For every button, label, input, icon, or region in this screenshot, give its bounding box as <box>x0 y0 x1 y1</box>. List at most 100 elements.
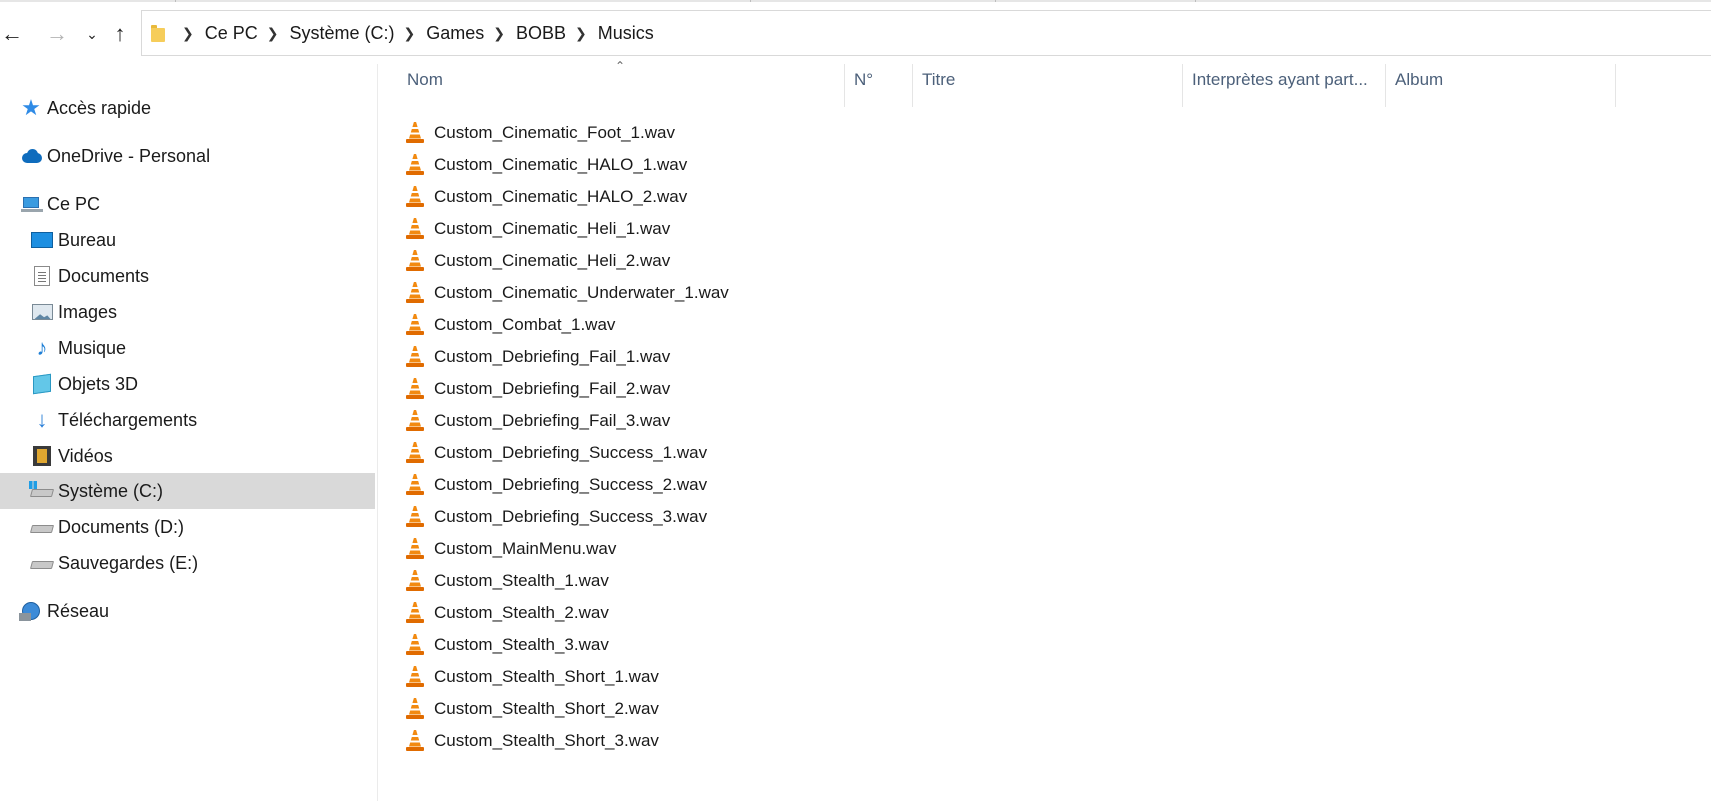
file-name: Custom_Stealth_1.wav <box>434 570 609 590</box>
sidebar-item-label: Documents <box>58 265 150 286</box>
chevron-right-icon[interactable]: ❯ <box>493 25 505 42</box>
vlc-cone-icon <box>405 698 425 720</box>
sidebar-item-bureau[interactable]: Bureau <box>0 222 375 258</box>
sidebar-item-label: Sauvegardes (E:) <box>58 552 199 573</box>
column-divider[interactable] <box>1615 64 1616 107</box>
column-divider[interactable] <box>1385 64 1386 107</box>
sidebar-item-label: Vidéos <box>58 445 113 466</box>
file-row[interactable]: Custom_Debriefing_Success_2.wav <box>405 469 707 500</box>
file-row[interactable]: Custom_Debriefing_Success_3.wav <box>405 501 707 532</box>
film-icon <box>31 445 53 467</box>
column-divider[interactable] <box>844 64 845 107</box>
vlc-cone-icon <box>405 634 425 656</box>
file-name: Custom_Cinematic_HALO_1.wav <box>434 154 688 174</box>
chevron-right-icon[interactable]: ❯ <box>575 25 587 42</box>
up-arrow-icon[interactable]: ↑ <box>108 22 132 46</box>
file-row[interactable]: Custom_Stealth_3.wav <box>405 629 609 660</box>
file-name: Custom_Cinematic_Heli_2.wav <box>434 250 671 270</box>
computer-icon <box>20 193 43 215</box>
column-header-interpretes[interactable]: Interprètes ayant part... <box>1192 62 1386 98</box>
music-note-icon: ♪ <box>36 335 48 360</box>
chevron-right-icon[interactable]: ❯ <box>182 25 194 42</box>
sidebar-item-onedrive[interactable]: OneDrive - Personal <box>0 138 375 174</box>
breadcrumb-bobb[interactable]: BOBB <box>516 23 566 44</box>
column-header-album[interactable]: Album <box>1395 62 1613 98</box>
sidebar-item-label: Documents (D:) <box>58 516 185 537</box>
breadcrumb-systeme-c[interactable]: Système (C:) <box>289 23 394 44</box>
file-row[interactable]: Custom_Cinematic_HALO_1.wav <box>405 149 687 180</box>
sidebar-item-sauvegardes-e[interactable]: Sauvegardes (E:) <box>0 545 375 581</box>
file-row[interactable]: Custom_MainMenu.wav <box>405 533 616 564</box>
file-row[interactable]: Custom_Cinematic_HALO_2.wav <box>405 181 687 212</box>
vlc-cone-icon <box>405 666 425 688</box>
file-row[interactable]: Custom_Debriefing_Fail_2.wav <box>405 373 670 404</box>
sidebar-item-label: Accès rapide <box>47 97 152 118</box>
file-name: Custom_Debriefing_Fail_3.wav <box>434 410 671 430</box>
breadcrumb-games[interactable]: Games <box>426 23 484 44</box>
file-name: Custom_Combat_1.wav <box>434 314 616 334</box>
file-row[interactable]: Custom_Debriefing_Success_1.wav <box>405 437 707 468</box>
file-name: Custom_Cinematic_Underwater_1.wav <box>434 282 729 302</box>
sidebar-item-reseau[interactable]: Réseau <box>0 593 375 629</box>
file-row[interactable]: Custom_Stealth_1.wav <box>405 565 609 596</box>
vlc-cone-icon <box>405 314 425 336</box>
file-row[interactable]: Custom_Cinematic_Heli_1.wav <box>405 213 670 244</box>
pane-divider[interactable] <box>377 64 378 801</box>
sidebar-item-images[interactable]: Images <box>0 294 375 330</box>
column-divider[interactable] <box>1182 64 1183 107</box>
network-icon <box>19 600 42 622</box>
sidebar-item-telechargements[interactable]: ↓ Téléchargements <box>0 402 375 438</box>
file-row[interactable]: Custom_Stealth_Short_1.wav <box>405 661 659 692</box>
back-arrow-icon[interactable]: ← <box>0 22 24 46</box>
recent-locations-chevron-icon[interactable]: ⌄ <box>80 22 104 46</box>
sidebar-item-objets-3d[interactable]: Objets 3D <box>0 366 375 402</box>
file-name: Custom_Stealth_3.wav <box>434 634 609 654</box>
chevron-right-icon[interactable]: ❯ <box>404 25 416 42</box>
sidebar-item-documents-d[interactable]: Documents (D:) <box>0 509 375 545</box>
file-row[interactable]: Custom_Debriefing_Fail_3.wav <box>405 405 670 436</box>
vlc-cone-icon <box>405 218 425 240</box>
sidebar-item-label: OneDrive - Personal <box>47 145 211 166</box>
file-row[interactable]: Custom_Stealth_2.wav <box>405 597 609 628</box>
sidebar-item-ce-pc[interactable]: Ce PC <box>0 186 375 222</box>
sidebar-item-label: Images <box>58 301 118 322</box>
forward-arrow-icon[interactable]: → <box>45 22 69 46</box>
cloud-icon <box>20 145 42 167</box>
file-name: Custom_Stealth_Short_3.wav <box>434 730 659 750</box>
drive-icon <box>31 552 53 574</box>
sidebar-item-systeme-c[interactable]: Système (C:) <box>0 473 375 509</box>
window-top-strip <box>0 0 1711 2</box>
file-name: Custom_Debriefing_Fail_1.wav <box>434 346 671 366</box>
navigation-pane: ★ Accès rapide OneDrive - Personal Ce PC… <box>0 64 378 801</box>
column-header-numero[interactable]: N° <box>854 62 912 98</box>
file-name: Custom_Stealth_Short_1.wav <box>434 666 659 686</box>
vlc-cone-icon <box>405 154 425 176</box>
column-divider[interactable] <box>912 64 913 107</box>
breadcrumb-ce-pc[interactable]: Ce PC <box>205 23 258 44</box>
column-header-nom[interactable]: Nom <box>407 62 841 98</box>
sidebar-item-label: Réseau <box>47 600 110 621</box>
address-bar[interactable]: ❯ Ce PC ❯ Système (C:) ❯ Games ❯ BOBB ❯ … <box>141 10 1711 56</box>
vlc-cone-icon <box>405 474 425 496</box>
breadcrumb-musics[interactable]: Musics <box>598 23 654 44</box>
sidebar-item-acces-rapide[interactable]: ★ Accès rapide <box>0 90 375 126</box>
file-row[interactable]: Custom_Cinematic_Underwater_1.wav <box>405 277 729 308</box>
column-header-titre[interactable]: Titre <box>922 62 1180 98</box>
file-row[interactable]: Custom_Stealth_Short_3.wav <box>405 725 659 756</box>
file-name: Custom_Debriefing_Success_3.wav <box>434 506 708 526</box>
file-row[interactable]: Custom_Cinematic_Foot_1.wav <box>405 117 675 148</box>
vlc-cone-icon <box>405 250 425 272</box>
windows-drive-icon <box>29 480 53 502</box>
sidebar-item-documents[interactable]: Documents <box>0 258 375 294</box>
chevron-right-icon[interactable]: ❯ <box>267 25 279 42</box>
file-name: Custom_Cinematic_Heli_1.wav <box>434 218 671 238</box>
file-row[interactable]: Custom_Cinematic_Heli_2.wav <box>405 245 670 276</box>
vlc-cone-icon <box>405 410 425 432</box>
vlc-cone-icon <box>405 186 425 208</box>
sidebar-item-videos[interactable]: Vidéos <box>0 438 375 474</box>
file-row[interactable]: Custom_Combat_1.wav <box>405 309 615 340</box>
file-row[interactable]: Custom_Stealth_Short_2.wav <box>405 693 659 724</box>
sidebar-item-musique[interactable]: ♪ Musique <box>0 330 375 366</box>
vlc-cone-icon <box>405 122 425 144</box>
file-row[interactable]: Custom_Debriefing_Fail_1.wav <box>405 341 670 372</box>
